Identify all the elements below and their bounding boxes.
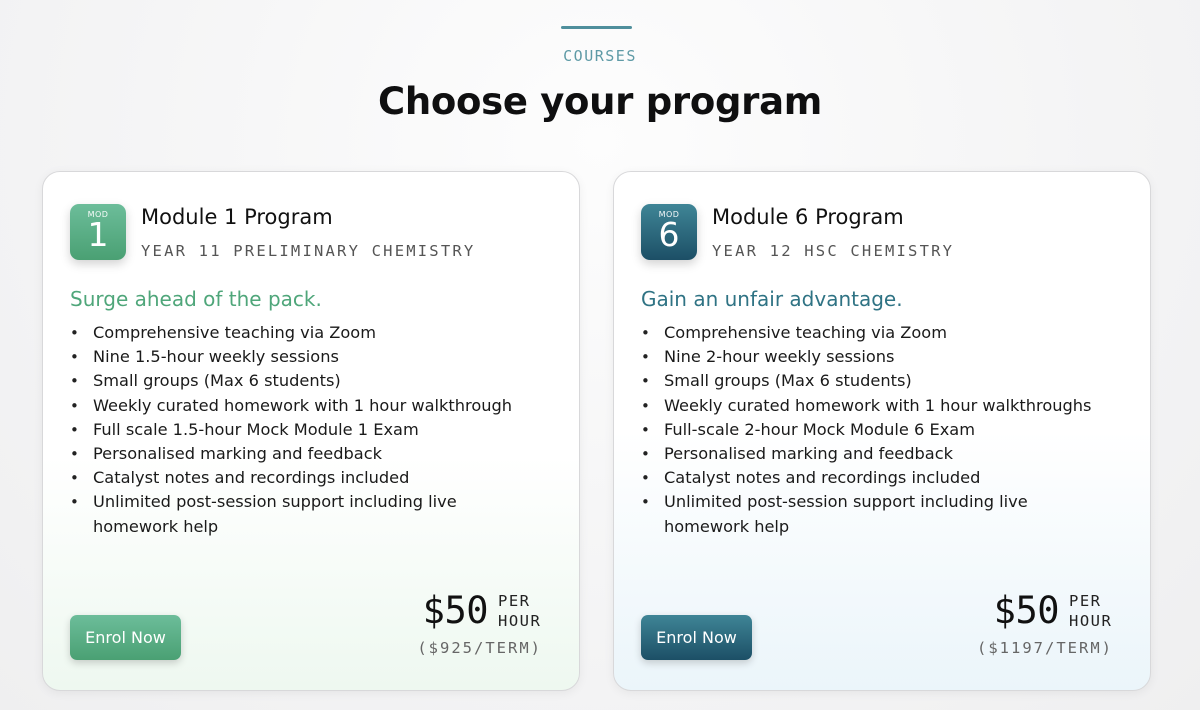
feature-item: Comprehensive teaching via Zoom xyxy=(641,321,1111,345)
feature-item: Catalyst notes and recordings included xyxy=(70,466,540,490)
feature-item: Personalised marking and feedback xyxy=(70,442,540,466)
feature-item: Weekly curated homework with 1 hour walk… xyxy=(70,394,540,418)
feature-item: Comprehensive teaching via Zoom xyxy=(70,321,540,345)
feature-item: Catalyst notes and recordings included xyxy=(641,466,1111,490)
price-block: $50 PER HOUR ($925/TERM) xyxy=(417,589,542,658)
price-unit-hour: HOUR xyxy=(498,612,542,630)
card-title: Module 6 Program xyxy=(712,205,904,229)
enrol-now-button[interactable]: Enrol Now xyxy=(70,615,181,660)
price-amount: $50 xyxy=(993,589,1060,632)
module-badge-icon: MOD 1 xyxy=(70,204,126,260)
badge-number: 1 xyxy=(87,215,109,254)
module-badge-icon: MOD 6 xyxy=(641,204,697,260)
feature-item: Full-scale 2-hour Mock Module 6 Exam xyxy=(641,418,1111,442)
program-card-module-1: MOD 1 Module 1 Program YEAR 11 PRELIMINA… xyxy=(42,171,580,691)
price-unit: PER HOUR xyxy=(1069,591,1113,631)
enrol-now-button[interactable]: Enrol Now xyxy=(641,615,752,660)
feature-item: Personalised marking and feedback xyxy=(641,442,1111,466)
badge-number: 6 xyxy=(658,215,680,254)
price-block: $50 PER HOUR ($1197/TERM) xyxy=(977,589,1113,658)
price-unit-per: PER xyxy=(1069,592,1102,610)
feature-item: Weekly curated homework with 1 hour walk… xyxy=(641,394,1111,418)
feature-item: Full scale 1.5-hour Mock Module 1 Exam xyxy=(70,418,540,442)
card-title: Module 1 Program xyxy=(141,205,333,229)
card-tagline: Surge ahead of the pack. xyxy=(70,287,322,311)
term-price: ($1197/TERM) xyxy=(977,639,1113,657)
price-unit-hour: HOUR xyxy=(1069,612,1113,630)
feature-list: Comprehensive teaching via Zoom Nine 2-h… xyxy=(641,321,1111,539)
feature-item: Unlimited post-session support including… xyxy=(641,490,1111,538)
card-tagline: Gain an unfair advantage. xyxy=(641,287,903,311)
card-subtitle: YEAR 11 PRELIMINARY CHEMISTRY xyxy=(141,242,476,260)
badge-label: MOD xyxy=(658,210,680,219)
price-unit: PER HOUR xyxy=(498,591,542,631)
feature-item: Nine 2-hour weekly sessions xyxy=(641,345,1111,369)
section-eyebrow: COURSES xyxy=(563,47,637,65)
feature-list: Comprehensive teaching via Zoom Nine 1.5… xyxy=(70,321,540,539)
term-price: ($925/TERM) xyxy=(417,639,542,657)
badge-label: MOD xyxy=(87,210,109,219)
feature-item: Small groups (Max 6 students) xyxy=(70,369,540,393)
feature-item: Small groups (Max 6 students) xyxy=(641,369,1111,393)
price-unit-per: PER xyxy=(498,592,531,610)
card-subtitle: YEAR 12 HSC CHEMISTRY xyxy=(712,242,955,260)
price-amount: $50 xyxy=(422,589,489,632)
header-accent-line xyxy=(561,26,632,29)
page-title: Choose your program xyxy=(377,80,823,123)
feature-item: Unlimited post-session support including… xyxy=(70,490,540,538)
feature-item: Nine 1.5-hour weekly sessions xyxy=(70,345,540,369)
program-card-module-6: MOD 6 Module 6 Program YEAR 12 HSC CHEMI… xyxy=(613,171,1151,691)
